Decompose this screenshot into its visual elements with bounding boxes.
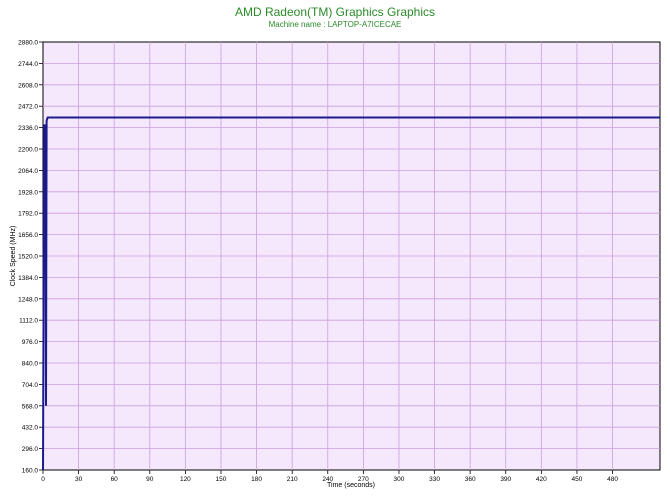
- y-tick-label: 2744.0: [18, 61, 38, 68]
- y-tick-label: 160.0: [22, 468, 39, 475]
- y-tick-label: 2336.0: [18, 125, 38, 132]
- x-tick-label: 420: [536, 476, 547, 483]
- y-tick-label: 2472.0: [18, 104, 38, 111]
- y-tick-label: 296.0: [22, 446, 39, 453]
- y-tick-label: 1520.0: [18, 254, 38, 261]
- x-axis-label: Time (seconds): [327, 482, 375, 489]
- y-tick-label: 432.0: [22, 425, 39, 432]
- y-tick-label: 568.0: [22, 403, 39, 410]
- y-tick-label: 2608.0: [18, 82, 38, 89]
- y-tick-label: 2200.0: [18, 147, 38, 154]
- x-tick-label: 120: [180, 476, 191, 483]
- x-tick-label: 30: [75, 476, 83, 483]
- x-tick-label: 360: [465, 476, 476, 483]
- chart-svg: 160.0 296.0 432.0 568.0 704.0 840.0 976.0 1112.…: [10, 40, 661, 489]
- y-tick-label: 1384.0: [18, 275, 38, 282]
- x-tick-label: 60: [111, 476, 119, 483]
- x-tick-label: 480: [607, 476, 618, 483]
- y-tick-label: 1248.0: [18, 296, 38, 303]
- grid-lines: [43, 42, 660, 470]
- y-tick-label: 1928.0: [18, 189, 38, 196]
- y-tick-label: 976.0: [22, 339, 39, 346]
- y-tick-label: 1112.0: [19, 318, 38, 325]
- y-tick-label: 1656.0: [18, 232, 38, 239]
- x-tick-label: 0: [41, 476, 45, 483]
- x-tick-label: 180: [251, 476, 262, 483]
- y-axis-label: Clock Speed (MHz): [10, 226, 17, 287]
- x-tick-label: 210: [287, 476, 298, 483]
- x-tick-label: 300: [394, 476, 405, 483]
- x-tick-label: 450: [572, 476, 583, 483]
- y-tick-label: 2064.0: [18, 168, 38, 175]
- x-tick-label: 330: [429, 476, 440, 483]
- x-tick-label: 90: [146, 476, 154, 483]
- y-tick-label: 1792.0: [18, 211, 38, 218]
- y-tick-label: 840.0: [22, 361, 39, 368]
- y-axis-ticks: 160.0 296.0 432.0 568.0 704.0 840.0 976.0 1112.…: [18, 40, 43, 475]
- y-tick-label: 704.0: [22, 382, 39, 389]
- y-tick-label: 2880.0: [18, 40, 38, 47]
- x-tick-label: 390: [500, 476, 511, 483]
- x-tick-label: 150: [216, 476, 227, 483]
